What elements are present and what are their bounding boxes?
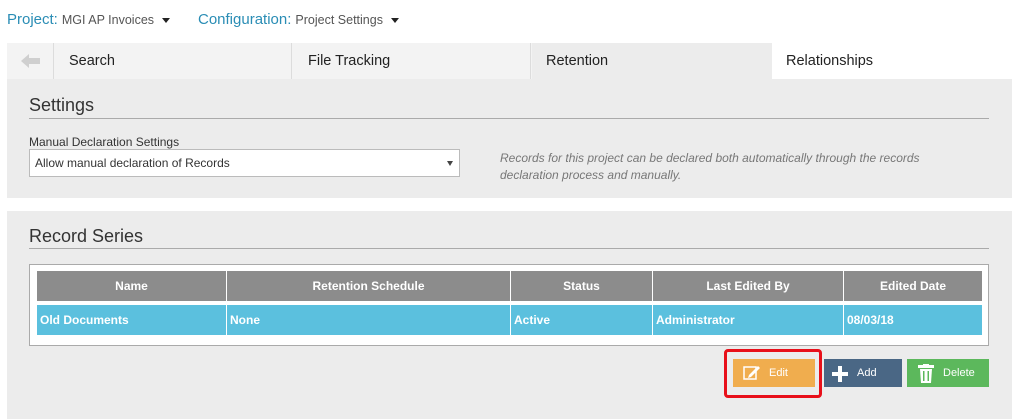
plus-icon (832, 365, 848, 393)
settings-title: Settings (29, 95, 95, 115)
project-selector[interactable]: Project: MGI AP Invoices (7, 11, 171, 28)
delete-button[interactable]: Delete (907, 359, 989, 387)
trash-icon (918, 364, 934, 394)
add-button-label: Add (857, 367, 877, 379)
cell-edited-date: 08/03/18 (843, 301, 982, 335)
project-value: MGI AP Invoices (61, 13, 155, 27)
dropdown-arrow-icon (447, 161, 453, 166)
manual-declaration-label: Manual Declaration Settings (29, 135, 180, 149)
chevron-down-icon (390, 17, 399, 23)
tab-file-tracking[interactable]: File Tracking (294, 43, 531, 79)
tab-bar: Search File Tracking Retention Relations… (7, 43, 1010, 79)
record-series-grid: Name Retention Schedule Status Last Edit… (29, 264, 989, 346)
column-header-last-edited-by[interactable]: Last Edited By (652, 271, 844, 303)
top-bar: Project: MGI AP Invoices Configuration: Pr… (0, 0, 1016, 40)
divider (29, 248, 989, 249)
tab-search-label: Search (69, 53, 115, 69)
cell-status: Active (510, 301, 653, 335)
tab-retention[interactable]: Retention (532, 43, 772, 79)
record-series-title: Record Series (29, 226, 144, 246)
record-series-panel: Record Series Name Retention Schedule St… (7, 211, 1012, 419)
manual-declaration-value: Allow manual declaration of Records (35, 156, 230, 170)
column-header-edited-date[interactable]: Edited Date (843, 271, 982, 303)
record-series-table: Name Retention Schedule Status Last Edit… (37, 271, 982, 335)
back-arrow-icon (21, 54, 40, 68)
cell-last-edited-by: Administrator (652, 301, 844, 335)
divider (29, 118, 989, 119)
tab-relationships-label: Relationships (786, 53, 874, 69)
back-button[interactable] (7, 43, 54, 79)
chevron-down-icon (162, 17, 171, 23)
settings-help-text: Records for this project can be declared… (500, 151, 920, 182)
settings-panel: Settings Manual Declaration Settings All… (7, 79, 1012, 198)
table-header-row: Name Retention Schedule Status Last Edit… (37, 271, 982, 303)
table-row[interactable]: Old Documents None Active Administrator … (37, 301, 982, 335)
configuration-value: Project Settings (295, 13, 383, 27)
add-button[interactable]: Add (824, 359, 902, 387)
tab-search[interactable]: Search (55, 43, 292, 79)
tab-relationships[interactable]: Relationships (772, 43, 1010, 79)
highlight-box (724, 349, 822, 398)
cell-name: Old Documents (37, 301, 227, 335)
cell-retention-schedule: None (226, 301, 511, 335)
column-header-name[interactable]: Name (37, 271, 227, 303)
manual-declaration-select[interactable]: Allow manual declaration of Records (29, 149, 460, 177)
configuration-label: Configuration: (198, 11, 292, 28)
column-header-retention-schedule[interactable]: Retention Schedule (226, 271, 511, 303)
configuration-selector[interactable]: Configuration: Project Settings (198, 11, 399, 28)
project-label: Project: (7, 11, 58, 28)
tab-retention-label: Retention (546, 53, 609, 69)
column-header-status[interactable]: Status (510, 271, 653, 303)
delete-button-label: Delete (943, 367, 975, 379)
tab-file-tracking-label: File Tracking (308, 53, 391, 69)
